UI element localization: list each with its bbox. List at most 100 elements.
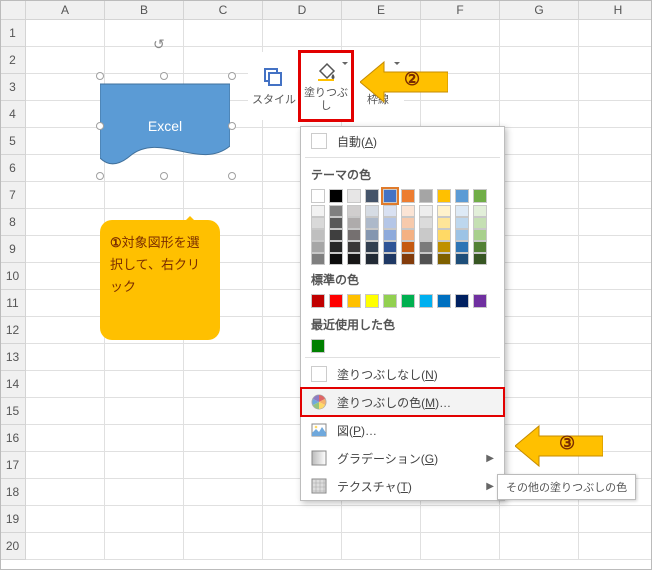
color-swatch[interactable] <box>419 229 433 241</box>
column-header[interactable]: A <box>26 0 105 20</box>
cell[interactable] <box>26 344 105 371</box>
color-swatch[interactable] <box>401 241 415 253</box>
resize-handle[interactable] <box>228 172 236 180</box>
color-swatch[interactable] <box>365 229 379 241</box>
color-swatch[interactable] <box>383 189 397 203</box>
color-swatch[interactable] <box>347 253 361 265</box>
color-swatch[interactable] <box>473 294 487 308</box>
row-header[interactable]: 10 <box>0 263 26 290</box>
cell[interactable] <box>184 371 263 398</box>
select-all-corner[interactable] <box>0 0 26 20</box>
color-swatch[interactable] <box>437 217 451 229</box>
color-swatch[interactable] <box>383 205 397 217</box>
cell[interactable] <box>105 398 184 425</box>
gradient-fill-item[interactable]: グラデーション(G) ▶ <box>301 444 504 472</box>
cell[interactable] <box>579 155 652 182</box>
resize-handle[interactable] <box>228 72 236 80</box>
cell[interactable] <box>26 371 105 398</box>
row-header[interactable]: 3 <box>0 74 26 101</box>
color-swatch[interactable] <box>401 217 415 229</box>
color-swatch[interactable] <box>383 241 397 253</box>
cell[interactable] <box>421 101 500 128</box>
color-swatch[interactable] <box>473 241 487 253</box>
color-swatch[interactable] <box>455 217 469 229</box>
color-swatch[interactable] <box>401 294 415 308</box>
color-swatch[interactable] <box>473 229 487 241</box>
cell[interactable] <box>500 209 579 236</box>
row-header[interactable]: 1 <box>0 20 26 47</box>
row-header[interactable]: 20 <box>0 533 26 560</box>
color-swatch[interactable] <box>365 241 379 253</box>
cell[interactable] <box>579 263 652 290</box>
cell[interactable] <box>26 479 105 506</box>
row-header[interactable]: 13 <box>0 344 26 371</box>
color-swatch[interactable] <box>383 253 397 265</box>
cell[interactable] <box>105 479 184 506</box>
cell[interactable] <box>105 533 184 560</box>
color-swatch[interactable] <box>347 229 361 241</box>
row-header[interactable]: 11 <box>0 290 26 317</box>
color-swatch[interactable] <box>329 294 343 308</box>
style-button[interactable]: スタイル <box>248 52 300 120</box>
cell[interactable] <box>342 506 421 533</box>
cell[interactable] <box>263 533 342 560</box>
rotate-handle-icon[interactable]: ↺ <box>153 36 165 53</box>
cell[interactable] <box>500 236 579 263</box>
color-swatch[interactable] <box>401 205 415 217</box>
color-swatch[interactable] <box>311 189 325 203</box>
color-swatch[interactable] <box>347 205 361 217</box>
cell[interactable] <box>500 263 579 290</box>
color-swatch[interactable] <box>329 253 343 265</box>
cell[interactable] <box>579 20 652 47</box>
column-header[interactable]: F <box>421 0 500 20</box>
more-fill-colors-item[interactable]: 塗りつぶしの色(M)… <box>301 388 504 416</box>
row-header[interactable]: 19 <box>0 506 26 533</box>
color-swatch[interactable] <box>311 229 325 241</box>
column-header[interactable]: G <box>500 0 579 20</box>
cell[interactable] <box>184 20 263 47</box>
column-header[interactable]: E <box>342 0 421 20</box>
column-header[interactable]: C <box>184 0 263 20</box>
color-swatch[interactable] <box>311 241 325 253</box>
cell[interactable] <box>184 182 263 209</box>
color-swatch[interactable] <box>437 294 451 308</box>
color-swatch[interactable] <box>437 253 451 265</box>
row-header[interactable]: 8 <box>0 209 26 236</box>
row-header[interactable]: 2 <box>0 47 26 74</box>
cell[interactable] <box>500 155 579 182</box>
row-header[interactable]: 16 <box>0 425 26 452</box>
cell[interactable] <box>579 47 652 74</box>
cell[interactable] <box>26 101 105 128</box>
cell[interactable] <box>579 371 652 398</box>
selected-shape[interactable]: Excel <box>100 76 230 176</box>
cell[interactable] <box>500 47 579 74</box>
color-swatch[interactable] <box>347 217 361 229</box>
cell[interactable] <box>105 344 184 371</box>
row-header[interactable]: 5 <box>0 128 26 155</box>
color-swatch[interactable] <box>473 189 487 203</box>
color-swatch[interactable] <box>401 229 415 241</box>
cell[interactable] <box>342 533 421 560</box>
color-swatch[interactable] <box>455 294 469 308</box>
row-header[interactable]: 12 <box>0 317 26 344</box>
cell[interactable] <box>26 452 105 479</box>
cell[interactable] <box>184 425 263 452</box>
row-header[interactable]: 18 <box>0 479 26 506</box>
row-header[interactable]: 17 <box>0 452 26 479</box>
color-swatch[interactable] <box>365 217 379 229</box>
cell[interactable] <box>26 209 105 236</box>
cell[interactable] <box>26 236 105 263</box>
cell[interactable] <box>26 290 105 317</box>
row-header[interactable]: 14 <box>0 371 26 398</box>
cell[interactable] <box>500 290 579 317</box>
cell[interactable] <box>105 20 184 47</box>
resize-handle[interactable] <box>160 72 168 80</box>
cell[interactable] <box>26 20 105 47</box>
cell[interactable] <box>500 128 579 155</box>
cell[interactable] <box>184 452 263 479</box>
column-header[interactable]: H <box>579 0 652 20</box>
cell[interactable] <box>500 533 579 560</box>
color-swatch[interactable] <box>437 205 451 217</box>
color-swatch[interactable] <box>419 241 433 253</box>
cell[interactable] <box>500 398 579 425</box>
